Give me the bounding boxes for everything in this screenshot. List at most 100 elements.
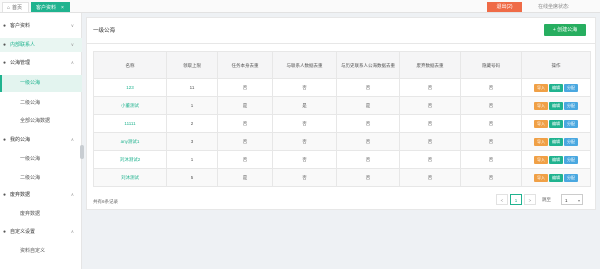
table-row: 刘沐测试 5 是否否否否导入 编辑 分配 <box>93 168 591 187</box>
cell-actions: 导入 编辑 分配 <box>521 168 591 187</box>
close-icon[interactable]: × <box>61 5 64 11</box>
allocate-button[interactable]: 分配 <box>564 83 578 92</box>
sidebar-collapse-handle[interactable] <box>80 145 84 159</box>
cell-name[interactable]: any测试1 <box>93 132 167 151</box>
sidebar-group-label: 自定义设置 <box>10 229 36 235</box>
edit-button[interactable]: 编辑 <box>549 101 563 110</box>
sidebar-group-label: 公海管理 <box>10 60 31 66</box>
import-button[interactable]: 导入 <box>534 155 548 164</box>
sidebar-item-first-pool[interactable]: 一级公海 <box>0 75 82 92</box>
edit-button[interactable]: 编辑 <box>549 137 563 146</box>
column-header-task-dedupe: 任务本身去重 <box>217 51 273 79</box>
sidebar-group-label: 内部联系人 <box>10 42 36 48</box>
sidebar-group-my-pool[interactable]: ● 我的公海 ∧ <box>0 133 82 147</box>
sidebar-item-second-pool[interactable]: 二级公海 <box>0 95 82 112</box>
page-select-value: 1 <box>565 198 568 203</box>
tab-customer-data[interactable]: 客户资料 × <box>31 2 70 12</box>
edit-button[interactable]: 编辑 <box>549 83 563 92</box>
table-row: 11111 2 否否否否否导入 编辑 分配 <box>93 114 591 133</box>
sidebar: ● 客户资料 ∨ ● 内部联系人 ∨ ● 公海管理 ∧ 一级公海 二级公海 全部… <box>0 13 84 269</box>
sidebar-item-data-customization[interactable]: 资料自定义 <box>0 243 82 260</box>
cell-name[interactable]: 123 <box>93 78 167 97</box>
tab-home[interactable]: ⌂ 首页 <box>2 2 29 12</box>
online-status-label: 在线坐席状态: <box>538 4 570 10</box>
cell-actions: 导入 编辑 分配 <box>521 150 591 169</box>
cell-limit: 2 <box>166 114 218 133</box>
cell-discard-dedupe: 否 <box>399 96 461 115</box>
total-records: 共有6条记录 <box>93 199 119 204</box>
cell-limit: 1 <box>166 96 218 115</box>
cell-task-dedupe: 否 <box>217 78 273 97</box>
import-button[interactable]: 导入 <box>534 83 548 92</box>
import-button[interactable]: 导入 <box>534 119 548 128</box>
sidebar-group-customer-data[interactable]: ● 客户资料 ∨ <box>0 19 82 33</box>
user-icon: ● <box>3 137 7 143</box>
cell-name[interactable]: 刘沐测试2 <box>93 150 167 169</box>
cell-history-dedupe: 否 <box>336 132 400 151</box>
cell-limit: 3 <box>166 132 218 151</box>
column-header-hide-number: 隐藏号码 <box>460 51 522 79</box>
cell-actions: 导入 编辑 分配 <box>521 78 591 97</box>
cell-actions: 导入 编辑 分配 <box>521 114 591 133</box>
cell-name[interactable]: 11111 <box>93 114 167 133</box>
pagination-prev-button[interactable]: < <box>496 194 508 205</box>
cell-task-dedupe: 否 <box>217 132 273 151</box>
trash-icon: ● <box>3 192 7 198</box>
allocate-button[interactable]: 分配 <box>564 119 578 128</box>
cell-hide-number: 否 <box>460 78 522 97</box>
chevron-up-icon: ∧ <box>70 137 74 142</box>
edit-button[interactable]: 编辑 <box>549 155 563 164</box>
gear-icon: ● <box>3 229 7 235</box>
cell-actions: 导入 编辑 分配 <box>521 132 591 151</box>
sidebar-group-label: 废弃数据 <box>10 192 31 198</box>
divider <box>87 43 595 44</box>
cell-history-dedupe: 否 <box>336 168 400 187</box>
sidebar-item-discarded-data[interactable]: 废弃数据 <box>0 206 82 223</box>
sidebar-group-internal-contacts[interactable]: ● 内部联系人 ∨ <box>0 38 82 52</box>
cell-history-dedupe: 是 <box>336 96 400 115</box>
table-row: 刘沐测试2 1 否否否否否导入 编辑 分配 <box>93 150 591 169</box>
cell-hide-number: 否 <box>460 132 522 151</box>
import-button[interactable]: 导入 <box>534 137 548 146</box>
sidebar-item-my-second-pool[interactable]: 二级公海 <box>0 170 82 187</box>
sidebar-group-custom-settings[interactable]: ● 自定义设置 ∧ <box>0 225 82 239</box>
table-header-row: 名称 领取上限 任务本身去重 与联系人数据去重 与历史联系人公海数据去重 废弃数… <box>93 51 591 79</box>
chevron-down-icon: ∨ <box>70 23 74 28</box>
edit-button[interactable]: 编辑 <box>549 173 563 182</box>
sidebar-group-public-pool[interactable]: ● 公海管理 ∧ <box>0 56 82 70</box>
edit-button[interactable]: 编辑 <box>549 119 563 128</box>
create-pool-button[interactable]: + 创建公海 <box>544 24 586 36</box>
column-header-actions: 操作 <box>521 51 591 79</box>
pagination-page-current[interactable]: 1 <box>510 194 522 205</box>
import-button[interactable]: 导入 <box>534 101 548 110</box>
page-select[interactable]: 1 ▾ <box>561 194 583 205</box>
cell-discard-dedupe: 否 <box>399 168 461 187</box>
allocate-button[interactable]: 分配 <box>564 137 578 146</box>
cell-name[interactable]: 刘沐测试 <box>93 168 167 187</box>
import-button[interactable]: 导入 <box>534 173 548 182</box>
cell-task-dedupe: 是 <box>217 96 273 115</box>
cell-contact-dedupe: 是 <box>272 96 337 115</box>
pagination-next-button[interactable]: > <box>524 194 536 205</box>
cell-limit: 5 <box>166 168 218 187</box>
chevron-up-icon: ∧ <box>70 229 74 234</box>
contacts-icon: ● <box>3 42 7 48</box>
cell-limit: 1 <box>166 150 218 169</box>
cell-discard-dedupe: 否 <box>399 114 461 133</box>
column-header-contact-dedupe: 与联系人数据去重 <box>272 51 337 79</box>
cell-contact-dedupe: 否 <box>272 132 337 151</box>
cell-discard-dedupe: 否 <box>399 132 461 151</box>
cell-name[interactable]: 小董测试 <box>93 96 167 115</box>
cell-contact-dedupe: 否 <box>272 168 337 187</box>
sidebar-group-discarded-data[interactable]: ● 废弃数据 ∧ <box>0 188 82 202</box>
allocate-button[interactable]: 分配 <box>564 155 578 164</box>
cell-task-dedupe: 否 <box>217 114 273 133</box>
allocate-button[interactable]: 分配 <box>564 173 578 182</box>
sidebar-item-my-first-pool[interactable]: 一级公海 <box>0 151 82 168</box>
sidebar-item-all-pool-data[interactable]: 全部公海数据 <box>0 113 82 130</box>
cell-contact-dedupe: 否 <box>272 150 337 169</box>
cell-contact-dedupe: 否 <box>272 78 337 97</box>
logout-button[interactable]: 退出(2) <box>487 2 522 12</box>
cell-hide-number: 否 <box>460 114 522 133</box>
allocate-button[interactable]: 分配 <box>564 101 578 110</box>
